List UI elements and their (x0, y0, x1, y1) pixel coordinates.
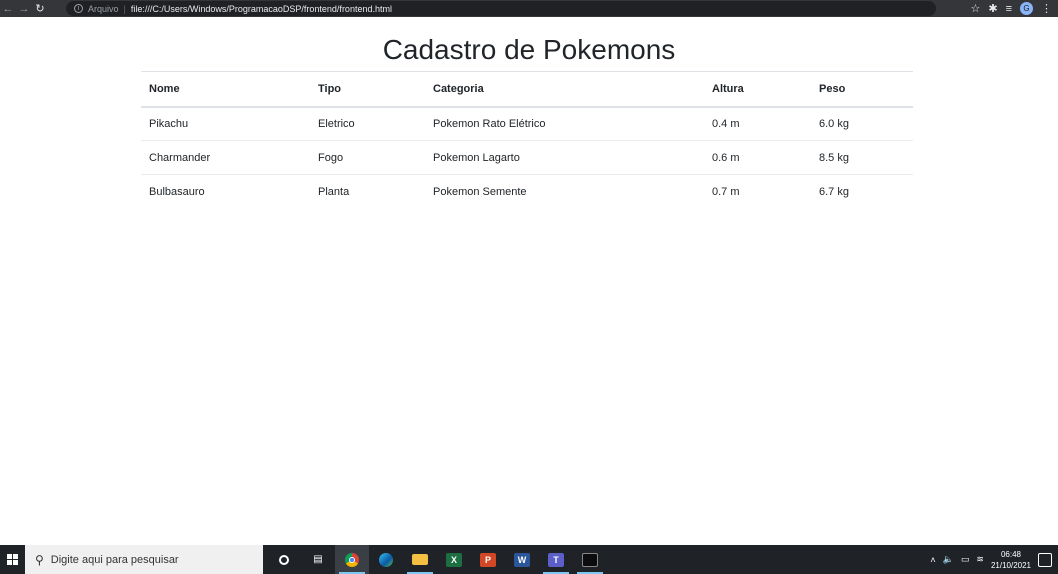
taskbar-file-explorer[interactable] (403, 545, 437, 574)
table-row: Bulbasauro Planta Pokemon Semente 0.7 m … (141, 175, 913, 209)
taskbar-teams[interactable]: T (539, 545, 573, 574)
cortana-button[interactable] (267, 545, 301, 574)
pokemon-table-container: Nome Tipo Categoria Altura Peso Pikachu … (141, 71, 913, 209)
browser-actions: ☆ ✱ ≡ G ⋮ (970, 0, 1052, 17)
cell-peso: 6.0 kg (811, 106, 913, 141)
cell-tipo: Planta (318, 185, 350, 198)
table-row: Pikachu Eletrico Pokemon Rato Elétrico 0… (141, 106, 913, 141)
wifi-icon[interactable]: ≋ (976, 554, 984, 565)
terminal-icon (582, 552, 598, 567)
menu-kebab-icon[interactable]: ⋮ (1041, 2, 1052, 15)
excel-icon: X (446, 552, 462, 567)
address-bar[interactable]: i Arquivo | file:///C:/Users/Windows/Pro… (66, 1, 936, 16)
chevron-up-icon[interactable]: ˄ (930, 555, 935, 565)
taskbar-edge[interactable] (369, 545, 403, 574)
edge-icon (379, 552, 393, 567)
taskbar-powerpoint[interactable]: P (471, 545, 505, 574)
taskbar-word[interactable]: W (505, 545, 539, 574)
windows-taskbar: ⚲ Digite aqui para pesquisar ▤ X P W T ˄… (0, 545, 1058, 574)
cortana-circle-icon (279, 554, 289, 565)
cell-peso: 6.7 kg (819, 185, 849, 198)
extensions-icon[interactable]: ✱ (988, 2, 997, 15)
search-placeholder: Digite aqui para pesquisar (50, 553, 179, 566)
cell-nome: Bulbasauro (149, 185, 205, 198)
reload-icon[interactable]: ↻ (32, 0, 48, 17)
url-text[interactable]: file:///C:/Users/Windows/ProgramacaoDSP/… (131, 4, 392, 14)
table-header-row: Nome Tipo Categoria Altura Peso (141, 71, 913, 108)
header-peso: Peso (811, 71, 913, 108)
browser-toolbar: ← → ↻ i Arquivo | file:///C:/Users/Windo… (0, 0, 1058, 17)
taskbar-search[interactable]: ⚲ Digite aqui para pesquisar (25, 545, 263, 574)
clock-time: 06:48 (1000, 549, 1021, 559)
header-altura: Altura (704, 71, 811, 108)
cell-categoria: Pokemon Lagarto (425, 140, 704, 175)
forward-arrow-icon[interactable]: → (16, 0, 32, 17)
battery-icon[interactable]: ▭ (961, 554, 970, 565)
volume-icon[interactable]: 🔈 (943, 554, 954, 565)
cell-altura: 0.7 m (712, 185, 740, 198)
pokemon-table: Nome Tipo Categoria Altura Peso Pikachu … (141, 71, 913, 209)
page-title: Cadastro de Pokemons (382, 34, 676, 65)
taskbar-apps: ▤ X P W T (267, 545, 607, 574)
cell-tipo: Fogo (310, 140, 425, 175)
scheme-label: Arquivo (88, 3, 119, 14)
cell-altura: 0.6 m (704, 140, 811, 175)
system-tray: ˄ 🔈 ▭ ≋ 06:48 21/10/2021 (930, 545, 1058, 574)
table-row: Charmander Fogo Pokemon Lagarto 0.6 m 8.… (141, 140, 913, 175)
address-separator: | (123, 3, 126, 14)
cell-tipo: Eletrico (310, 106, 425, 141)
bookmark-star-icon[interactable]: ☆ (970, 2, 980, 15)
windows-logo-icon (6, 554, 18, 565)
word-icon: W (514, 552, 530, 567)
search-icon: ⚲ (35, 552, 44, 567)
notifications-icon[interactable] (1038, 552, 1052, 567)
start-button[interactable] (0, 545, 24, 574)
task-view-button[interactable]: ▤ (301, 545, 335, 574)
taskbar-terminal[interactable] (573, 545, 607, 574)
header-categoria: Categoria (425, 71, 704, 108)
powerpoint-icon: P (480, 552, 496, 567)
header-nome: Nome (141, 71, 310, 108)
taskbar-clock[interactable]: 06:48 21/10/2021 (991, 549, 1031, 571)
clock-date: 21/10/2021 (990, 560, 1031, 570)
task-view-icon: ▤ (313, 554, 323, 565)
cell-nome: Pikachu (141, 106, 310, 141)
cell-nome: Charmander (141, 140, 310, 175)
header-tipo: Tipo (310, 71, 425, 108)
cell-categoria: Pokemon Semente (433, 185, 527, 198)
cell-peso: 8.5 kg (811, 140, 913, 175)
profile-avatar[interactable]: G (1020, 2, 1033, 15)
back-arrow-icon[interactable]: ← (0, 0, 16, 17)
taskbar-chrome[interactable] (335, 545, 369, 574)
folder-icon (412, 554, 428, 565)
media-queue-icon[interactable]: ≡ (1006, 3, 1012, 15)
cell-categoria: Pokemon Rato Elétrico (425, 106, 704, 141)
taskbar-excel[interactable]: X (437, 545, 471, 574)
info-icon[interactable]: i (74, 4, 83, 13)
teams-icon: T (548, 552, 564, 567)
chrome-icon (345, 552, 359, 567)
cell-altura: 0.4 m (704, 106, 811, 141)
